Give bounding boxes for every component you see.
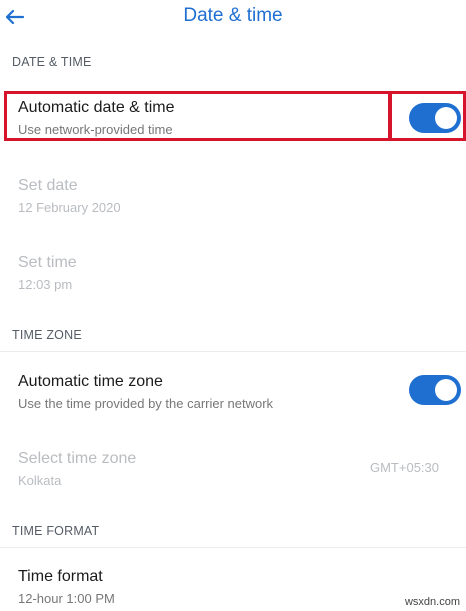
set-date-value: 12 February 2020 — [18, 200, 121, 215]
watermark: wsxdn.com — [404, 596, 460, 608]
page-title: Date & time — [183, 5, 283, 26]
set-time-title: Set time — [18, 254, 77, 271]
toggle-knob — [435, 379, 457, 401]
section-divider — [0, 351, 466, 352]
select-time-zone-city: Kolkata — [18, 473, 62, 488]
toggle-knob — [435, 107, 457, 129]
automatic-time-zone-subtitle: Use the time provided by the carrier net… — [18, 396, 274, 411]
section-divider — [0, 547, 466, 548]
automatic-date-time-subtitle: Use network-provided time — [18, 122, 173, 137]
section-header-time-zone: TIME ZONE — [12, 328, 82, 342]
top-app-bar: Date & time — [0, 0, 466, 36]
automatic-date-time-row[interactable]: Automatic date & time Use network-provid… — [0, 90, 466, 144]
set-date-row: Set date 12 February 2020 — [0, 168, 466, 228]
automatic-time-zone-row[interactable]: Automatic time zone Use the time provide… — [0, 364, 466, 424]
select-time-zone-title: Select time zone — [18, 450, 137, 467]
time-zone-offset: GMT+05:30 — [369, 460, 439, 475]
set-time-value: 12:03 pm — [18, 277, 73, 292]
automatic-date-time-title: Automatic date & time — [18, 99, 175, 116]
select-time-zone-row: Select time zone Kolkata GMT+05:30 — [0, 441, 466, 501]
time-format-row[interactable]: Time format 12-hour 1:00 PM — [0, 559, 466, 611]
time-format-title: Time format — [18, 568, 103, 585]
automatic-time-zone-title: Automatic time zone — [18, 373, 163, 390]
automatic-date-time-toggle[interactable] — [409, 103, 461, 133]
section-header-time-format: TIME FORMAT — [12, 524, 100, 538]
set-date-title: Set date — [18, 177, 78, 194]
section-header-date-time: DATE & TIME — [12, 55, 92, 69]
time-format-value: 12-hour 1:00 PM — [18, 591, 115, 606]
automatic-time-zone-toggle[interactable] — [409, 375, 461, 405]
set-time-row: Set time 12:03 pm — [0, 245, 466, 305]
